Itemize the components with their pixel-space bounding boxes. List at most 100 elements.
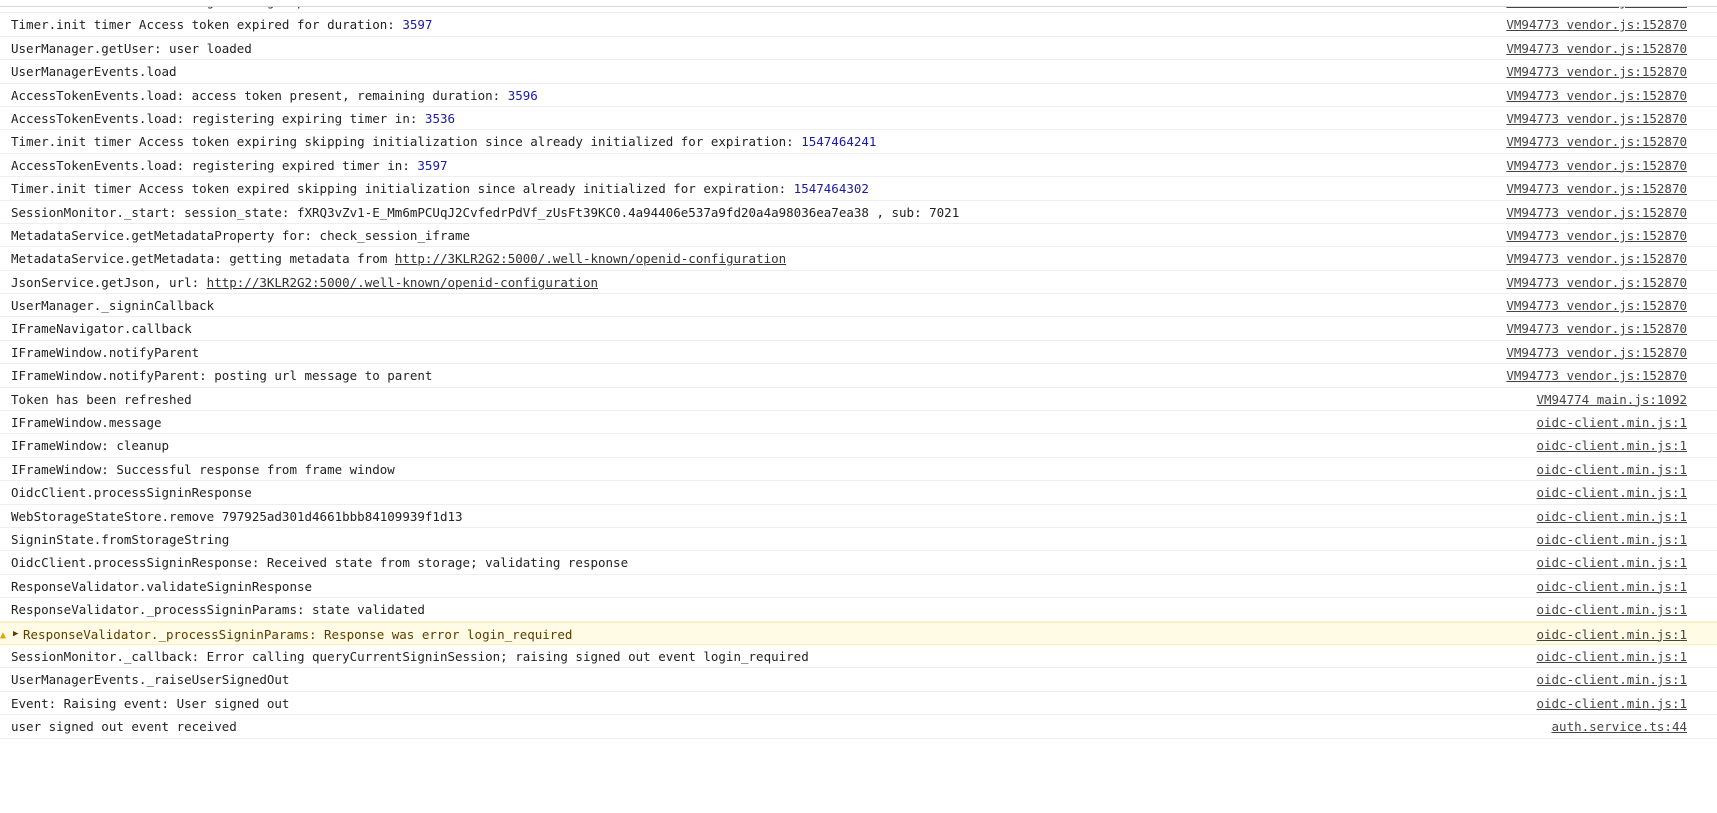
source-link[interactable]: VM94773 vendor.js:152870 [1506, 294, 1687, 317]
source-link[interactable]: oidc-client.min.js:1 [1536, 551, 1687, 574]
console-row[interactable]: MetadataService.getMetadata: getting met… [0, 247, 1717, 271]
message-text: IFrameWindow: Successful response from f… [11, 461, 395, 477]
message-text: AccessTokenEvents.load: access token pre… [11, 87, 508, 103]
source-link[interactable]: oidc-client.min.js:1 [1536, 645, 1687, 668]
message-text: ResponseValidator.validateSigninResponse [11, 578, 313, 594]
console-row[interactable]: IFrameWindow.notifyParent: posting url m… [0, 364, 1717, 388]
source-link[interactable]: oidc-client.min.js:1 [1536, 623, 1687, 646]
source-link[interactable]: oidc-client.min.js:1 [1536, 481, 1687, 504]
message-text: IFrameWindow: cleanup [11, 438, 170, 454]
console-row[interactable]: ResponseValidator.validateSigninResponse… [0, 575, 1717, 599]
message-text: OidcClient.processSigninResponse [11, 485, 252, 501]
console-row[interactable]: Timer.init timer Access token expired sk… [0, 177, 1717, 201]
console-message: user signed out event received [11, 715, 237, 738]
message-number: 3536 [424, 110, 456, 126]
source-link[interactable]: VM94773 vendor.js:152870 [1506, 364, 1687, 387]
console-message: Timer.init timer Access token expiring s… [11, 130, 876, 153]
console-row[interactable]: Event: Raising event: User signed out oid… [0, 692, 1717, 716]
source-link[interactable]: oidc-client.min.js:1 [1536, 598, 1687, 621]
console-row[interactable]: IFrameNavigator.callback VM94773 vendor.j… [0, 317, 1717, 341]
source-link[interactable]: VM94773 vendor.js:152870 [1506, 177, 1687, 200]
source-link[interactable]: VM94773 vendor.js:152870 [1506, 84, 1687, 107]
source-link[interactable]: VM94773 vendor.js:152870 [1506, 107, 1687, 130]
source-link[interactable]: oidc-client.min.js:1 [1536, 505, 1687, 528]
console-row[interactable]: SessionMonitor._start: session_state: fX… [0, 201, 1717, 224]
message-number: 3596 [507, 87, 538, 103]
expand-caret-icon[interactable]: ▶ [13, 623, 18, 646]
console-row[interactable]: IFrameWindow.message oidc-client.min.js:1 [0, 411, 1717, 435]
source-link[interactable]: VM94773 vendor.js:152870 [1506, 341, 1687, 364]
message-url-link[interactable]: http://3KLR2G2:5000/.well-known/openid-c… [207, 275, 598, 290]
console-row[interactable]: OidcClient.processSigninResponse: Receiv… [0, 551, 1717, 575]
console-message: ResponseValidator.validateSigninResponse [11, 575, 312, 598]
console-message: IFrameWindow.notifyParent: posting url m… [11, 364, 432, 387]
console-message: JsonService.getJson, url: http://3KLR2G2… [11, 271, 598, 294]
source-link[interactable]: VM94773 vendor.js:152870 [1506, 37, 1687, 60]
message-number: 1547464302 [793, 181, 869, 197]
console-message: MetadataService.getMetadata: getting met… [11, 247, 786, 270]
console-message: MetadataService.getMetadataProperty for:… [11, 224, 470, 247]
console-row[interactable]: UserManager.getUser: user loaded VM94773 … [0, 37, 1717, 61]
message-text: UserManagerEvents._raiseUserSignedOut [11, 672, 290, 688]
source-link[interactable]: VM94774 main.js:1092 [1536, 388, 1687, 411]
message-text: OidcClient.processSigninResponse: Receiv… [11, 555, 629, 571]
source-link[interactable]: oidc-client.min.js:1 [1536, 668, 1687, 691]
console-message: IFrameWindow.notifyParent [11, 341, 199, 364]
console-message: AccessTokenEvents.load: access token pre… [11, 84, 538, 107]
console-row[interactable]: user signed out event received auth.servi… [0, 715, 1717, 739]
console-row[interactable]: Timer.init timer Access token expiring s… [0, 130, 1717, 154]
console-row[interactable]: OidcClient.processSigninResponse oidc-cli… [0, 481, 1717, 505]
console-row[interactable]: UserManager._signinCallback VM94773 vendo… [0, 294, 1717, 318]
console-row[interactable]: UserManagerEvents._raiseUserSignedOut oid… [0, 668, 1717, 692]
console-row[interactable]: AccessTokenEvents.load: registering expi… [0, 107, 1717, 131]
console-row[interactable]: JsonService.getJson, url: http://3KLR2G2… [0, 271, 1717, 295]
source-link[interactable]: VM94773 vendor.js:152870 [1506, 271, 1687, 294]
source-link[interactable]: oidc-client.min.js:1 [1536, 434, 1687, 457]
console-message: WebStorageStateStore.remove 797925ad301d… [11, 505, 463, 528]
console-message: ResponseValidator._processSigninParams: … [11, 598, 425, 621]
source-link[interactable]: VM94773 vendor.js:152870 [1506, 130, 1687, 153]
source-link[interactable]: VM94773 vendor.js:152870 [1506, 13, 1687, 36]
console-message: UserManager._signinCallback [11, 294, 214, 317]
source-link[interactable]: VM94773 vendor.js:152870 [1506, 154, 1687, 177]
message-number: 3597 [402, 17, 433, 33]
message-number: 3597 [417, 157, 448, 173]
source-link[interactable]: oidc-client.min.js:1 [1536, 458, 1687, 481]
console-row[interactable]: SessionMonitor._callback: Error calling … [0, 645, 1717, 669]
console-row[interactable]: UserManagerEvents.load VM94773 vendor.js:… [0, 60, 1717, 84]
console-message: IFrameNavigator.callback [11, 317, 192, 340]
console-row[interactable]: IFrameWindow: cleanup oidc-client.min.js:… [0, 434, 1717, 458]
console-row[interactable]: ResponseValidator._processSigninParams: … [0, 598, 1717, 622]
console-message: SigninState.fromStorageString [11, 528, 229, 551]
source-link[interactable]: oidc-client.min.js:1 [1536, 692, 1687, 715]
message-text: IFrameWindow.notifyParent: posting url m… [11, 368, 433, 384]
source-link[interactable]: auth.service.ts:44 [1552, 715, 1687, 738]
console-row[interactable]: AccessTokenEvents.load: access token pre… [0, 84, 1717, 107]
message-text: SessionMonitor._callback: Error calling … [11, 648, 809, 664]
console-row[interactable]: SigninState.fromStorageString oidc-client… [0, 528, 1717, 552]
console-row[interactable]: IFrameWindow.notifyParent VM94773 vendor.… [0, 341, 1717, 365]
source-link[interactable]: VM94773 vendor.js:152870 [1506, 317, 1687, 340]
message-text: IFrameWindow.message [11, 415, 162, 431]
message-url-link[interactable]: http://3KLR2G2:5000/.well-known/openid-c… [395, 251, 786, 266]
console-row[interactable]: AccessTokenEvents.load: registering expi… [0, 154, 1717, 178]
source-link[interactable]: VM94773 vendor.js:152870 [1506, 247, 1687, 270]
source-link[interactable]: oidc-client.min.js:1 [1536, 575, 1687, 598]
message-text: IFrameWindow.notifyParent [11, 344, 200, 360]
message-text: JsonService.getJson, url: [11, 274, 207, 290]
console-warning-row[interactable]: ▲ ▶ ResponseValidator._processSigninParams… [0, 621, 1717, 646]
source-link[interactable]: oidc-client.min.js:1 [1536, 528, 1687, 551]
console-message: AccessTokenEvents.load: registering expi… [11, 154, 448, 177]
source-link[interactable]: oidc-client.min.js:1 [1536, 411, 1687, 434]
source-link[interactable]: VM94773 vendor.js:152870 [1506, 60, 1687, 83]
console-row[interactable]: Timer.init timer Access token expired fo… [0, 13, 1717, 37]
console-row[interactable]: MetadataService.getMetadataProperty for:… [0, 224, 1717, 248]
console-message: OidcClient.processSigninResponse [11, 481, 252, 504]
message-text: Event: Raising event: User signed out [11, 695, 290, 711]
console-row[interactable]: IFrameWindow: Successful response from f… [0, 458, 1717, 482]
console-row[interactable]: Token has been refreshed VM94774 main.js:… [0, 388, 1717, 412]
console-row[interactable]: WebStorageStateStore.remove 797925ad301d… [0, 505, 1717, 528]
source-link[interactable]: VM94773 vendor.js:152870 [1506, 201, 1687, 224]
console-log[interactable]: AccessTokenEvents.load: registering expi… [0, 0, 1717, 739]
source-link[interactable]: VM94773 vendor.js:152870 [1506, 224, 1687, 247]
